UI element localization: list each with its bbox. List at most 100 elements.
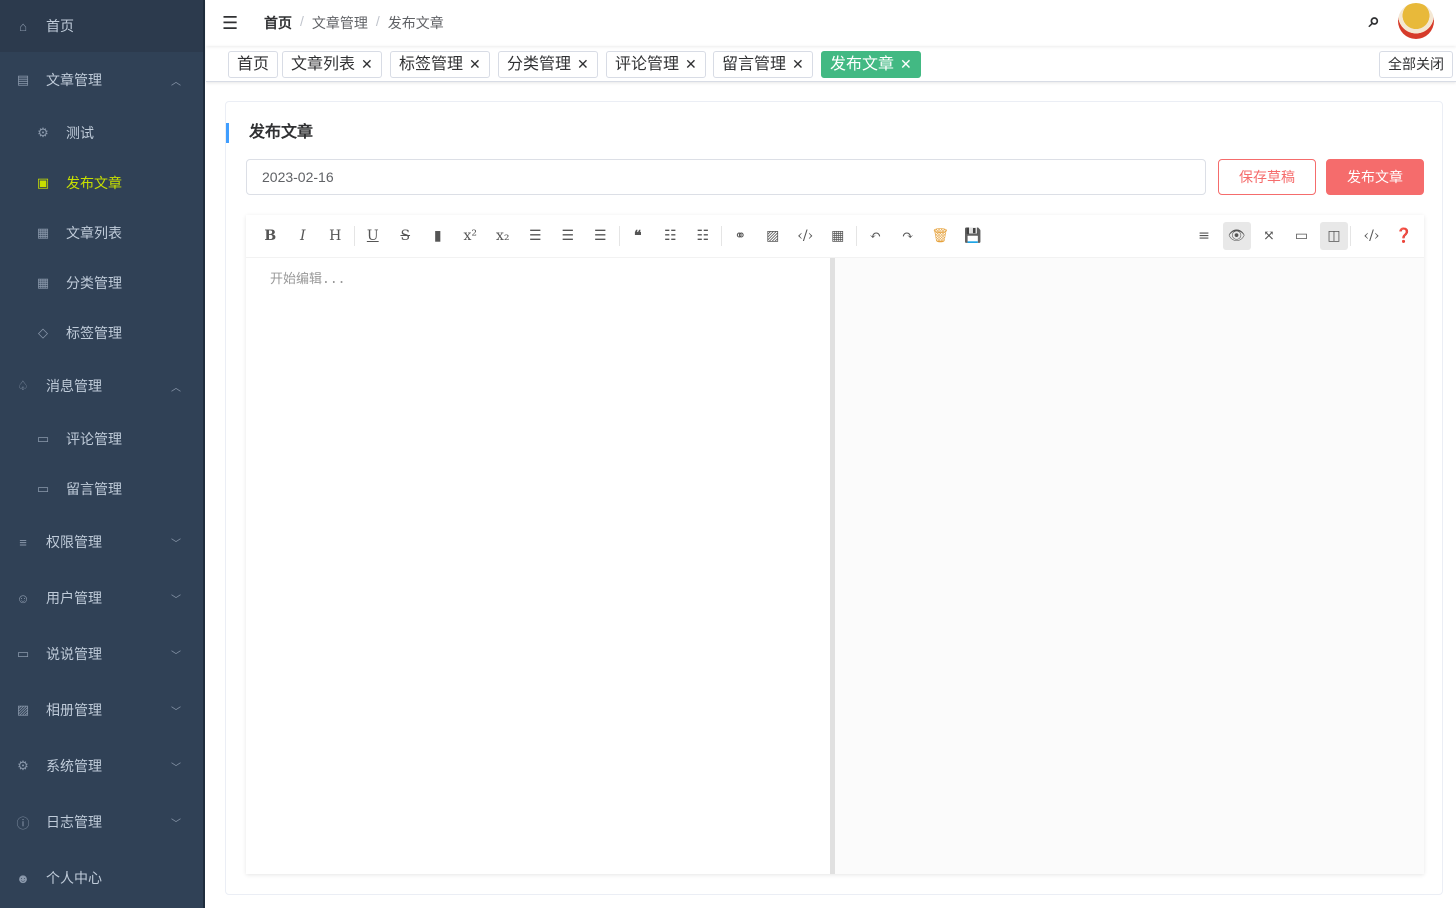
chevron-icon: ﹀ bbox=[171, 762, 181, 774]
sidebar-item[interactable]: ◇ 标签管理 bbox=[0, 308, 203, 358]
align-center-icon[interactable]: ☰ bbox=[552, 228, 585, 244]
chat-icon: ▭ bbox=[16, 646, 30, 661]
tag-tags[interactable]: 标签管理 ✕ bbox=[390, 51, 490, 78]
page-title: 发布文章 bbox=[226, 123, 313, 143]
tag-comments[interactable]: 评论管理 ✕ bbox=[606, 51, 706, 78]
breadcrumb: 首页 / 文章管理 / 发布文章 bbox=[264, 13, 444, 33]
undo-icon[interactable]: ↶ bbox=[859, 228, 892, 244]
tags-view: 首页 文章列表 ✕ 标签管理 ✕ 分类管理 ✕ 评论管理 ✕ 留言管理 ✕ 发布文章 ✕ 全… bbox=[206, 46, 1456, 82]
sidebar-item[interactable]: ▭ 说说管理 ﹀ bbox=[0, 626, 203, 682]
chevron-icon: ︿ bbox=[171, 382, 181, 394]
close-icon[interactable]: ✕ bbox=[577, 56, 589, 72]
help-icon[interactable]: ❓ bbox=[1390, 222, 1418, 250]
tag-label: 标签管理 bbox=[399, 56, 464, 73]
sidebar-item-label: 消息管理 bbox=[46, 378, 102, 394]
comment-icon: ▭ bbox=[36, 431, 50, 446]
heading-icon[interactable]: H bbox=[319, 228, 352, 244]
bookmark-icon[interactable]: ▮ bbox=[422, 228, 455, 244]
navigation-icon[interactable]: ≡ bbox=[1190, 222, 1218, 250]
html-code-icon[interactable]: ‹/› bbox=[1358, 222, 1386, 250]
sidebar-item[interactable]: ≡ 权限管理 ﹀ bbox=[0, 514, 203, 570]
close-icon[interactable]: ✕ bbox=[361, 56, 373, 72]
avatar[interactable] bbox=[1398, 3, 1434, 39]
grid-icon: ▦ bbox=[36, 275, 50, 290]
tag-label: 文章列表 bbox=[291, 56, 356, 73]
align-right-icon[interactable]: ☰ bbox=[584, 228, 617, 244]
sidebar-item-label: 相册管理 bbox=[46, 702, 102, 718]
tag-article-list[interactable]: 文章列表 ✕ bbox=[282, 51, 382, 78]
fullscreen-icon[interactable]: ⤧ bbox=[1255, 222, 1283, 250]
preview-toggle-icon[interactable]: 👁 bbox=[1222, 222, 1251, 250]
align-left-icon[interactable]: ☰ bbox=[519, 228, 552, 244]
search-icon[interactable]: ⌕ bbox=[1369, 10, 1380, 33]
strikethrough-icon[interactable]: S bbox=[389, 228, 422, 244]
sidebar-item-label: 标签管理 bbox=[66, 325, 122, 341]
sidebar-item[interactable]: ⚙ 系统管理 ﹀ bbox=[0, 738, 203, 794]
tag-publish[interactable]: 发布文章 ✕ bbox=[821, 51, 921, 78]
sidebar-item[interactable]: ▨ 相册管理 ﹀ bbox=[0, 682, 203, 738]
sidebar-item[interactable]: ☻ 个人中心 bbox=[0, 850, 203, 906]
hamburger-icon[interactable]: ☰ bbox=[222, 13, 244, 34]
breadcrumb-separator: / bbox=[375, 13, 380, 29]
image-icon[interactable]: ▨ bbox=[757, 228, 790, 244]
code-icon[interactable]: ‹/› bbox=[789, 228, 822, 244]
sidebar-item-label: 首页 bbox=[46, 18, 74, 34]
grid-icon: ▦ bbox=[36, 225, 50, 240]
close-icon[interactable]: ✕ bbox=[469, 56, 481, 72]
close-icon[interactable]: ✕ bbox=[900, 56, 912, 72]
tag-categories[interactable]: 分类管理 ✕ bbox=[498, 51, 598, 78]
tag-label: 评论管理 bbox=[615, 56, 680, 73]
unordered-list-icon[interactable]: ☷ bbox=[687, 228, 720, 244]
save-draft-button[interactable]: 保存草稿 bbox=[1218, 159, 1316, 195]
chevron-icon: ﹀ bbox=[171, 650, 181, 662]
comment-icon: ▭ bbox=[36, 481, 50, 496]
sidebar-item[interactable]: ⚙ 测试 bbox=[0, 108, 203, 158]
close-icon[interactable]: ✕ bbox=[792, 56, 804, 72]
close-icon[interactable]: ✕ bbox=[685, 56, 697, 72]
gear-icon: ⚙ bbox=[37, 125, 49, 140]
italic-icon[interactable]: I bbox=[287, 228, 320, 244]
toolbar-divider bbox=[721, 226, 722, 246]
sidebar-item[interactable]: ⓘ 日志管理 ﹀ bbox=[0, 794, 203, 850]
editor-textarea[interactable]: 开始编辑... bbox=[246, 258, 830, 874]
gear-icon: ⚙ bbox=[17, 758, 29, 773]
ordered-list-icon[interactable]: ☷ bbox=[654, 228, 687, 244]
sidebar-item-label: 用户管理 bbox=[46, 590, 102, 606]
sidebar-item[interactable]: ▭ 留言管理 bbox=[0, 464, 203, 514]
redo-icon[interactable]: ↷ bbox=[892, 228, 925, 244]
quote-icon[interactable]: ❝ bbox=[622, 228, 655, 244]
trash-icon[interactable]: 🗑 bbox=[924, 228, 957, 244]
subfield-icon[interactable]: ◫ bbox=[1320, 222, 1348, 250]
sidebar-item[interactable]: ▤ 文章管理 ︿ bbox=[0, 52, 203, 108]
tag-icon: ◇ bbox=[38, 325, 48, 340]
sidebar-item[interactable]: ▦ 分类管理 bbox=[0, 258, 203, 308]
sidebar-item[interactable]: ▭ 评论管理 bbox=[0, 414, 203, 464]
user-icon: ☻ bbox=[16, 870, 30, 886]
sidebar-item-label: 分类管理 bbox=[66, 275, 122, 291]
title-input[interactable] bbox=[246, 159, 1206, 195]
tag-messages[interactable]: 留言管理 ✕ bbox=[713, 51, 813, 78]
tag-home[interactable]: 首页 bbox=[228, 51, 279, 78]
header: ☰ 首页 / 文章管理 / 发布文章 ⌕ bbox=[206, 0, 1456, 46]
link-icon[interactable]: ⚭ bbox=[724, 228, 757, 244]
sidebar-item[interactable]: ▣ 发布文章 bbox=[0, 158, 203, 208]
close-all-button[interactable]: 全部关闭 bbox=[1379, 51, 1453, 78]
tag-label: 分类管理 bbox=[507, 56, 572, 73]
read-mode-icon[interactable]: ▭ bbox=[1288, 222, 1316, 250]
subscript-icon[interactable]: x₂ bbox=[487, 228, 520, 244]
toolbar-right: ≡ 👁 ⤧ ▭ ◫ ‹/› ❓ bbox=[1186, 222, 1419, 250]
save-icon[interactable]: 💾 bbox=[957, 228, 990, 244]
sidebar-item-label: 说说管理 bbox=[46, 646, 102, 662]
chevron-icon: ﹀ bbox=[171, 706, 181, 718]
underline-icon[interactable]: U bbox=[357, 228, 390, 244]
sidebar-item[interactable]: ⌂ 首页 bbox=[0, 0, 203, 52]
breadcrumb-item[interactable]: 首页 bbox=[264, 13, 292, 33]
table-icon[interactable]: ▦ bbox=[822, 228, 855, 244]
publish-button[interactable]: 发布文章 bbox=[1326, 159, 1424, 195]
bold-icon[interactable]: B bbox=[254, 228, 287, 244]
sidebar-item[interactable]: ▦ 文章列表 bbox=[0, 208, 203, 258]
sidebar-item[interactable]: ♤ 消息管理 ︿ bbox=[0, 358, 203, 414]
sidebar-item-label: 留言管理 bbox=[66, 481, 122, 497]
sidebar-item[interactable]: ☺ 用户管理 ﹀ bbox=[0, 570, 203, 626]
superscript-icon[interactable]: x² bbox=[454, 228, 487, 244]
